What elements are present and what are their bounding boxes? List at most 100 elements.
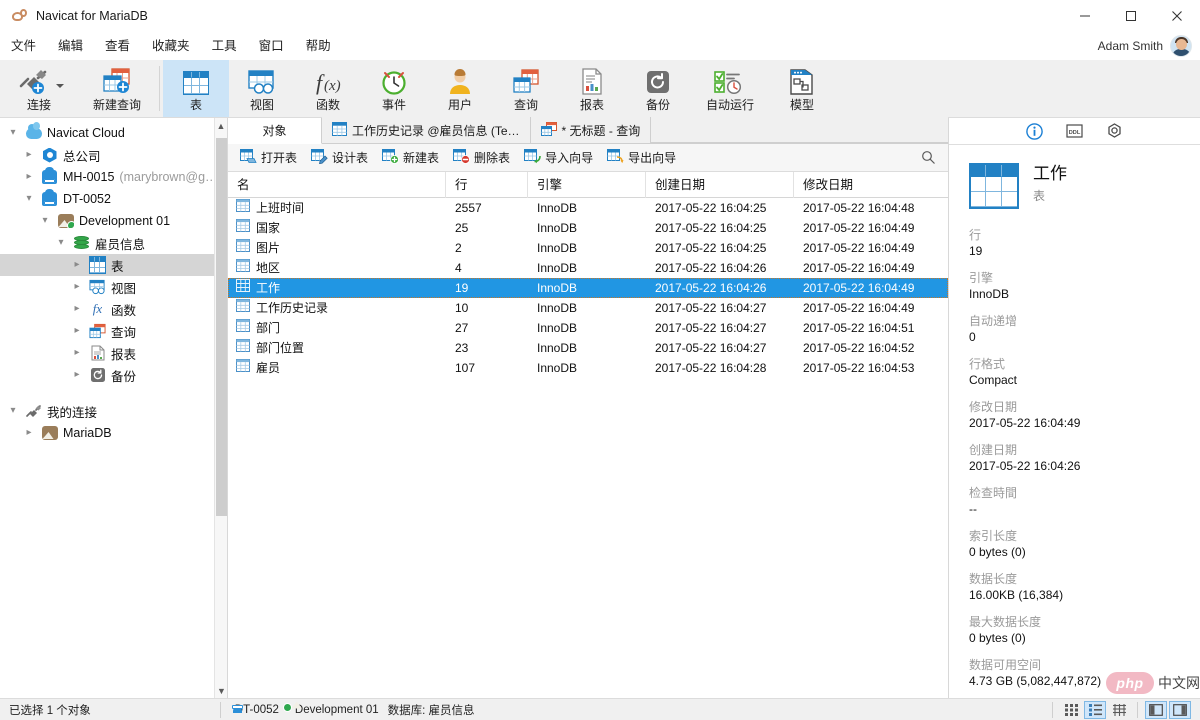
- table-row[interactable]: 工作 19 InnoDB 2017-05-22 16:04:26 2017-05…: [228, 278, 948, 298]
- tree-node-tables[interactable]: ▸ 表: [0, 254, 227, 276]
- table-row[interactable]: 雇员 107 InnoDB 2017-05-22 16:04:28 2017-0…: [228, 358, 948, 378]
- table-row[interactable]: 上班时间 2557 InnoDB 2017-05-22 16:04:25 201…: [228, 198, 948, 218]
- user-avatar[interactable]: [1170, 35, 1192, 57]
- right-panel-toggle-icon[interactable]: [1169, 700, 1191, 719]
- info-panel-header: 工作 表: [969, 163, 1180, 209]
- chevron-right-icon[interactable]: ▸: [70, 326, 84, 336]
- table-row[interactable]: 图片 2 InnoDB 2017-05-22 16:04:25 2017-05-…: [228, 238, 948, 258]
- chevron-right-icon[interactable]: ▸: [70, 304, 84, 314]
- tab-untitled-query[interactable]: * 无标题 - 查询: [530, 117, 652, 143]
- tree-node-headquarters[interactable]: ▸ 总公司: [0, 144, 227, 166]
- table-icon: [236, 258, 250, 278]
- menu-item-tools[interactable]: 工具: [201, 32, 248, 60]
- chevron-right-icon[interactable]: ▸: [70, 370, 84, 380]
- tree-node-development-01[interactable]: ▾ Development 01: [0, 210, 227, 232]
- new-table-button[interactable]: 新建表: [376, 147, 445, 169]
- table-row[interactable]: 部门 27 InnoDB 2017-05-22 16:04:27 2017-05…: [228, 318, 948, 338]
- tree-node-navicat-cloud[interactable]: ▾ Navicat Cloud: [0, 121, 227, 144]
- tree-node-functions[interactable]: ▸ fx 函数: [0, 298, 227, 320]
- menu-item-file[interactable]: 文件: [0, 32, 47, 60]
- chevron-right-icon[interactable]: ▸: [70, 260, 84, 270]
- grid-view-icon[interactable]: [1060, 701, 1082, 719]
- chevron-down-icon[interactable]: [56, 84, 64, 88]
- column-header-engine[interactable]: 引擎: [528, 171, 646, 198]
- design-table-icon: [311, 148, 328, 167]
- table-name-label: 地区: [256, 261, 281, 275]
- delete-table-button[interactable]: 删除表: [447, 147, 516, 169]
- toolbar-button-view[interactable]: 视图: [229, 60, 295, 117]
- table-row[interactable]: 部门位置 23 InnoDB 2017-05-22 16:04:27 2017-…: [228, 338, 948, 358]
- scroll-down-arrow[interactable]: ▼: [215, 683, 227, 698]
- chevron-right-icon[interactable]: ▸: [22, 428, 36, 438]
- search-icon[interactable]: [920, 150, 936, 166]
- toolbar-button-event[interactable]: 事件: [361, 60, 427, 117]
- chevron-right-icon[interactable]: ▸: [22, 150, 36, 160]
- scroll-up-arrow[interactable]: ▲: [215, 118, 227, 133]
- export-wizard-button[interactable]: 导出向导: [601, 147, 682, 169]
- tab-objects[interactable]: 对象: [228, 118, 322, 144]
- tree-node-reports[interactable]: ▸ 报表: [0, 342, 227, 364]
- tree-node-mh-0015[interactable]: ▸ MH-0015 (marybrown@g…: [0, 166, 227, 188]
- ddl-icon[interactable]: DDL: [1064, 120, 1086, 142]
- toolbar-button-table[interactable]: 表: [163, 60, 229, 117]
- scrollbar-thumb[interactable]: [216, 138, 227, 516]
- tree-node-backups[interactable]: ▸ 备份: [0, 364, 227, 386]
- close-icon[interactable]: [1154, 0, 1200, 32]
- report-icon: [580, 67, 604, 95]
- info-icon[interactable]: [1024, 120, 1046, 142]
- toolbar-button-model[interactable]: 模型: [769, 60, 835, 117]
- chevron-right-icon[interactable]: ▸: [22, 172, 36, 182]
- cell-name: 工作: [228, 278, 446, 298]
- toolbar-button-query[interactable]: 查询: [493, 60, 559, 117]
- table-row[interactable]: 工作历史记录 10 InnoDB 2017-05-22 16:04:27 201…: [228, 298, 948, 318]
- menu-item-view[interactable]: 查看: [94, 32, 141, 60]
- toolbar-button-report[interactable]: 报表: [559, 60, 625, 117]
- column-header-rows[interactable]: 行: [446, 171, 528, 198]
- import-wizard-button[interactable]: 导入向导: [518, 147, 599, 169]
- tab-work-history-table[interactable]: 工作历史记录 @雇员信息 (Te…: [322, 117, 531, 143]
- tree-node-views[interactable]: ▸ 视图: [0, 276, 227, 298]
- toolbar-label: 函数: [315, 98, 340, 112]
- tree-node-employee-database[interactable]: ▾ 雇员信息: [0, 232, 227, 254]
- table-row[interactable]: 国家 25 InnoDB 2017-05-22 16:04:25 2017-05…: [228, 218, 948, 238]
- server-label: Development 01: [294, 703, 379, 716]
- toolbar-button-connection[interactable]: 连接: [0, 60, 78, 117]
- toolbar-button-backup[interactable]: 备份: [625, 60, 691, 117]
- sidebar-scrollbar[interactable]: ▲ ▼: [214, 118, 227, 698]
- minimize-icon[interactable]: [1062, 0, 1108, 32]
- window-title: Navicat for MariaDB: [36, 9, 148, 23]
- user-account-area[interactable]: Adam Smith: [1098, 32, 1192, 60]
- toolbar-button-new-query[interactable]: 新建查询: [78, 60, 156, 117]
- open-table-button[interactable]: 打开表: [234, 147, 303, 169]
- tree-node-my-connections[interactable]: ▾ 我的连接: [0, 400, 227, 422]
- chevron-right-icon[interactable]: ▸: [70, 348, 84, 358]
- chevron-down-icon[interactable]: ▾: [54, 238, 68, 248]
- column-header-name[interactable]: 名: [228, 171, 446, 198]
- tree-node-dt-0052[interactable]: ▾ DT-0052: [0, 188, 227, 210]
- column-header-modified[interactable]: 修改日期: [794, 172, 942, 198]
- gear-icon[interactable]: [1104, 120, 1126, 142]
- list-view-icon[interactable]: [1084, 700, 1106, 719]
- menu-item-edit[interactable]: 编辑: [47, 32, 94, 60]
- automation-icon: [713, 67, 747, 95]
- menu-item-favorites[interactable]: 收藏夹: [141, 32, 201, 60]
- chevron-down-icon[interactable]: ▾: [38, 216, 52, 226]
- menu-item-help[interactable]: 帮助: [295, 32, 342, 60]
- toolbar-button-function[interactable]: f (x) 函数: [295, 60, 361, 117]
- chevron-down-icon[interactable]: ▾: [6, 406, 20, 416]
- maximize-icon[interactable]: [1108, 0, 1154, 32]
- menu-item-window[interactable]: 窗口: [248, 32, 295, 60]
- table-row[interactable]: 地区 4 InnoDB 2017-05-22 16:04:26 2017-05-…: [228, 258, 948, 278]
- chevron-down-icon[interactable]: ▾: [6, 128, 20, 138]
- info-field: 引擎 InnoDB: [969, 270, 1180, 302]
- toolbar-button-user[interactable]: 用户: [427, 60, 493, 117]
- tree-node-mariadb[interactable]: ▸ MariaDB: [0, 422, 227, 444]
- detail-view-icon[interactable]: [1108, 701, 1130, 719]
- column-header-created[interactable]: 创建日期: [646, 171, 794, 198]
- toolbar-button-automation[interactable]: 自动运行: [691, 60, 769, 117]
- chevron-right-icon[interactable]: ▸: [70, 282, 84, 292]
- left-panel-toggle-icon[interactable]: [1145, 700, 1167, 719]
- design-table-button[interactable]: 设计表: [305, 147, 374, 169]
- tree-node-queries[interactable]: ▸ 查询: [0, 320, 227, 342]
- chevron-down-icon[interactable]: ▾: [22, 194, 36, 204]
